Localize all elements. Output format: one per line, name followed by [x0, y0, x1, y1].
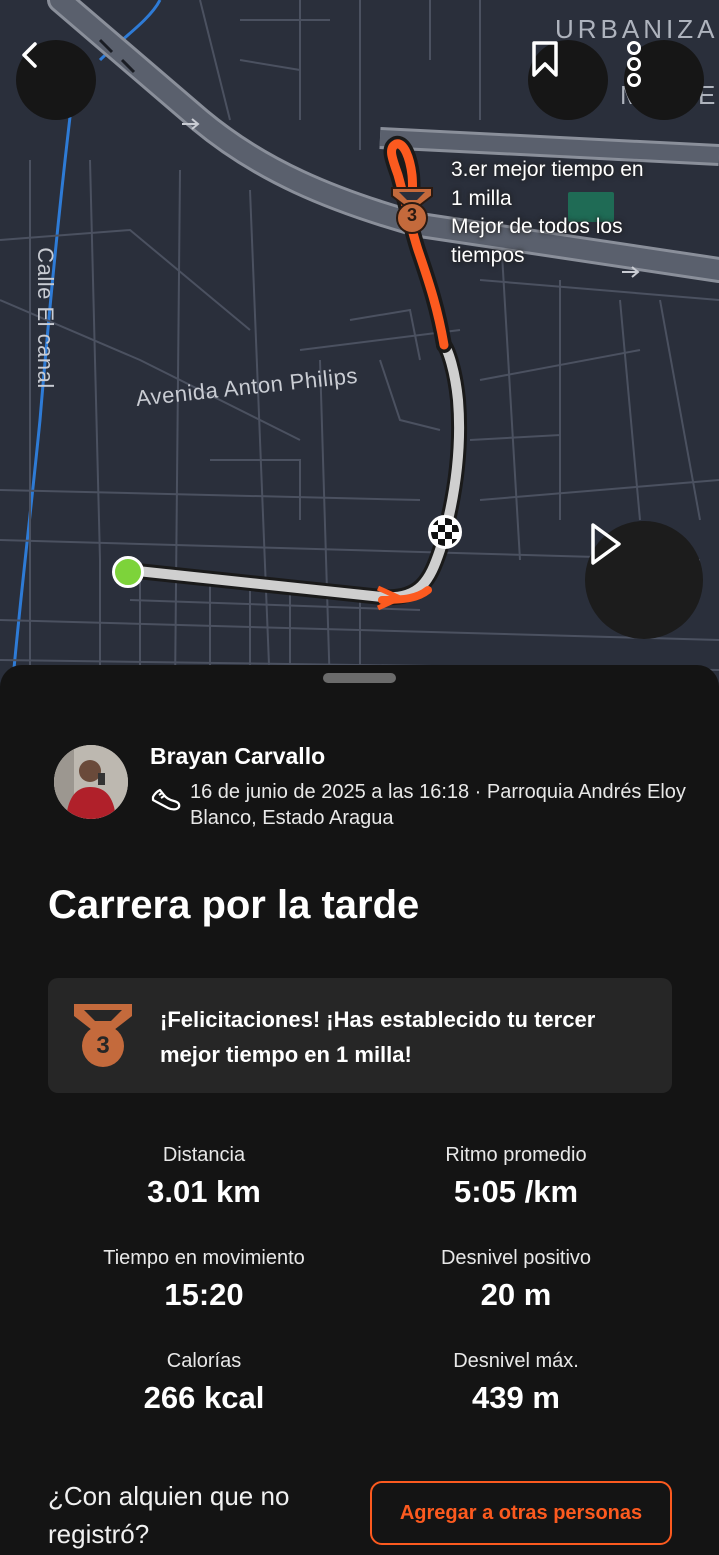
add-others-button[interactable]: Agregar a otras personas — [370, 1481, 672, 1545]
stat-label: Distancia — [162, 1144, 246, 1166]
athlete-name[interactable]: Brayan Carvallo — [150, 743, 325, 770]
map-pr-annotation: 3.er mejor tiempo en 1 milla Mejor de to… — [451, 156, 701, 270]
stat-label: Ritmo promedio — [445, 1144, 587, 1166]
stat-label: Desnivel máx. — [453, 1350, 579, 1372]
route-map[interactable]: 3 URBANIZA N M E Calle El canal Avenida … — [0, 0, 719, 690]
start-marker-icon — [112, 556, 144, 588]
activity-date-location: 16 de junio de 2025 a las 16:18 · Parroq… — [190, 781, 686, 829]
more-vertical-icon — [627, 41, 641, 87]
drag-handle[interactable] — [323, 673, 396, 683]
stat-max-elevation: Desnivel máx. 439 m — [360, 1349, 672, 1417]
map-pr-line-4: tiempos — [451, 243, 525, 267]
running-shoe-icon — [151, 788, 181, 811]
map-label-calle-el-canal: Calle El canal — [32, 247, 58, 389]
stat-value: 266 kcal — [143, 1380, 265, 1415]
back-icon — [22, 42, 37, 68]
map-medal-rank: 3 — [406, 205, 417, 225]
stat-value: 439 m — [472, 1380, 560, 1415]
bookmark-icon — [532, 41, 558, 77]
stat-label: Desnivel positivo — [440, 1247, 592, 1269]
map-medal-icon: 3 — [389, 184, 435, 238]
map-pr-line-1: 3.er mejor tiempo en — [451, 158, 644, 181]
stat-distance: Distancia 3.01 km — [48, 1143, 360, 1211]
add-others-prompt: ¿Con alquien que no registró? — [48, 1481, 290, 1549]
stat-calories: Calorías 266 kcal — [48, 1349, 360, 1417]
stat-moving-time: Tiempo en movimiento 15:20 — [48, 1246, 360, 1314]
stat-elevation-gain: Desnivel positivo 20 m — [360, 1246, 672, 1314]
stat-label: Calorías — [166, 1350, 242, 1372]
stat-value: 3.01 km — [147, 1174, 261, 1209]
achievement-message: ¡Felicitaciones! ¡Has establecido tu ter… — [160, 1007, 596, 1067]
play-flyover-button[interactable] — [585, 521, 703, 639]
back-button[interactable] — [16, 40, 96, 120]
map-pr-line-2: 1 milla — [451, 186, 512, 210]
save-button[interactable] — [528, 40, 608, 120]
activity-title[interactable]: Carrera por la tarde — [48, 883, 419, 928]
stat-label: Tiempo en movimiento — [103, 1247, 305, 1269]
avatar[interactable] — [54, 745, 128, 819]
stat-value: 5:05 /km — [453, 1174, 579, 1209]
finish-flag-icon — [428, 515, 462, 549]
play-icon — [591, 523, 621, 565]
more-options-button[interactable] — [624, 40, 704, 120]
achievement-banner[interactable]: 3 ¡Felicitaciones! ¡Has establecido tu t… — [48, 978, 672, 1093]
stat-value: 20 m — [480, 1277, 552, 1312]
stat-value: 15:20 — [164, 1277, 244, 1312]
bronze-medal-icon: 3 — [72, 1000, 134, 1072]
activity-details-sheet: Brayan Carvallo 16 de junio de 2025 a la… — [0, 665, 719, 1555]
map-pr-line-3: Mejor de todos los — [451, 215, 623, 238]
stat-avg-pace: Ritmo promedio 5:05 /km — [360, 1143, 672, 1211]
achievement-rank: 3 — [96, 1032, 110, 1059]
